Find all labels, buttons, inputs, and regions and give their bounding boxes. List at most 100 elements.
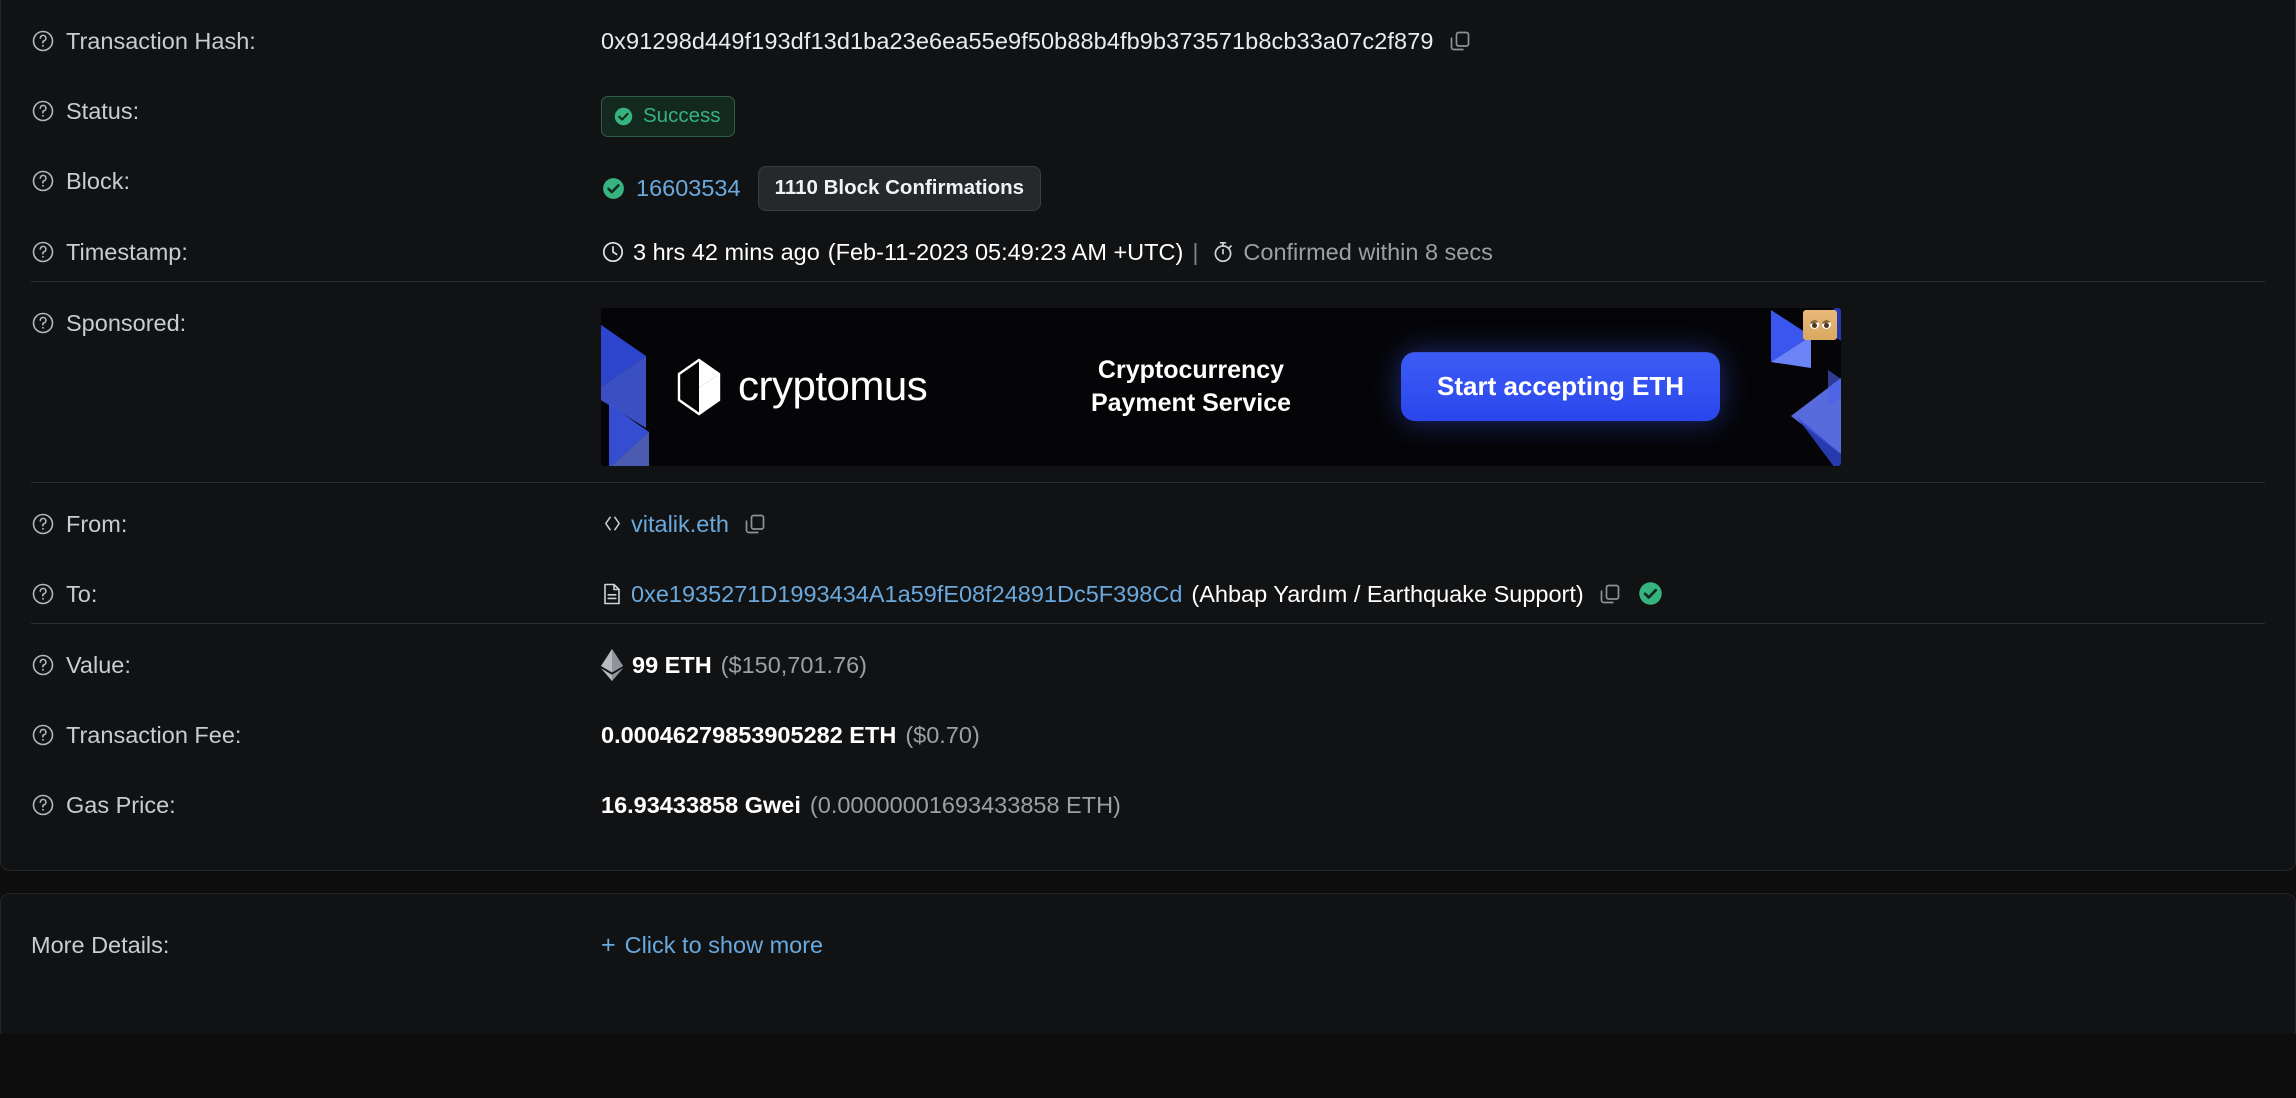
label-gas-price: Gas Price: xyxy=(31,764,601,821)
value-timestamp: 3 hrs 42 mins ago (Feb-11-2023 05:49:23 … xyxy=(601,211,2265,268)
help-circle-icon[interactable] xyxy=(31,240,55,264)
eyes-badge-icon xyxy=(1803,309,1837,340)
value-transaction-hash: 0x91298d449f193df13d1ba23e6ea55e9f50b88b… xyxy=(601,0,2265,57)
card-gap xyxy=(0,870,2296,893)
transaction-details-card: Transaction Hash: 0x91298d449f193df13d1b… xyxy=(0,0,2296,871)
row-transaction-fee: Transaction Fee: 0.00046279853905282 ETH… xyxy=(1,694,2295,764)
stopwatch-icon xyxy=(1211,240,1235,264)
transaction-hash-text: 0x91298d449f193df13d1ba23e6ea55e9f50b88b… xyxy=(601,28,1434,54)
banner-tagline: Cryptocurrency Payment Service xyxy=(1066,354,1316,420)
label-transaction-hash: Transaction Hash: xyxy=(31,0,601,57)
copy-icon[interactable] xyxy=(1597,581,1623,607)
gas-price-gwei: 16.93433858 Gwei xyxy=(601,791,801,818)
to-name-tag: (Ahbap Yardım / Earthquake Support) xyxy=(1191,580,1584,607)
help-circle-icon[interactable] xyxy=(31,582,55,606)
timestamp-separator: | xyxy=(1192,238,1199,265)
value-fiat-amount: ($150,701.76) xyxy=(720,651,868,678)
banner-tagline-line2: Payment Service xyxy=(1090,388,1292,417)
cube-logo-icon xyxy=(676,358,722,416)
label-text: Transaction Fee: xyxy=(66,721,242,748)
row-more-details: More Details: + Click to show more xyxy=(1,898,2295,994)
value-transaction-fee: 0.00046279853905282 ETH ($0.70) xyxy=(601,694,2265,751)
label-text: Timestamp: xyxy=(66,238,188,265)
label-text: More Details: xyxy=(31,932,170,959)
value-block: 16603534 1110 Block Confirmations xyxy=(601,140,2265,211)
block-confirmations-badge: 1110 Block Confirmations xyxy=(757,166,1042,211)
value-status: Success xyxy=(601,70,2265,137)
label-to: To: xyxy=(31,553,601,610)
fee-eth-amount: 0.00046279853905282 ETH xyxy=(601,721,897,748)
more-details-card: More Details: + Click to show more xyxy=(0,892,2296,1034)
row-status: Status: Success xyxy=(1,70,2295,140)
copy-icon[interactable] xyxy=(1447,28,1473,54)
label-block: Block: xyxy=(31,140,601,197)
check-circle-icon xyxy=(601,176,626,201)
timestamp-absolute: (Feb-11-2023 05:49:23 AM +UTC) xyxy=(827,238,1184,265)
ethereum-diamond-icon xyxy=(601,648,623,681)
label-more-details: More Details: xyxy=(31,930,601,961)
row-timestamp: Timestamp: 3 hrs 42 mins ago (Feb-11-202… xyxy=(1,211,2295,281)
label-from: From: xyxy=(31,483,601,540)
cryptomus-wordmark: cryptomus xyxy=(738,362,928,410)
file-contract-icon xyxy=(601,582,623,606)
fee-fiat-amount: ($0.70) xyxy=(905,721,980,748)
help-circle-icon[interactable] xyxy=(31,29,55,53)
help-circle-icon[interactable] xyxy=(31,793,55,817)
status-badge: Success xyxy=(601,96,736,137)
eye-left xyxy=(1809,320,1819,330)
row-value-amount: Value: 99 ETH ($150,701.76) xyxy=(1,624,2295,694)
label-text: Gas Price: xyxy=(66,791,176,818)
to-address-link[interactable]: 0xe1935271D1993434A1a59fE08f24891Dc5F398… xyxy=(631,579,1182,610)
help-circle-icon[interactable] xyxy=(31,512,55,536)
code-brackets-icon xyxy=(601,512,624,535)
value-eth-amount: 99 ETH xyxy=(632,651,712,678)
label-sponsored: Sponsored: xyxy=(31,282,601,339)
help-circle-icon[interactable] xyxy=(31,653,55,677)
label-value: Value: xyxy=(31,624,601,681)
sponsored-banner[interactable]: cryptomus Cryptocurrency Payment Service… xyxy=(601,307,1841,466)
label-text: Block: xyxy=(66,168,130,194)
value-more-details: + Click to show more xyxy=(601,930,2265,961)
label-text: Status: xyxy=(66,98,140,124)
value-gas-price: 16.93433858 Gwei (0.00000001693433858 ET… xyxy=(601,764,2265,821)
label-transaction-fee: Transaction Fee: xyxy=(31,694,601,751)
label-text: To: xyxy=(66,580,98,607)
label-timestamp: Timestamp: xyxy=(31,211,601,268)
help-circle-icon[interactable] xyxy=(31,723,55,747)
eye-right xyxy=(1821,320,1831,330)
gas-price-eth: (0.00000001693433858 ETH) xyxy=(809,791,1121,818)
from-address-link[interactable]: vitalik.eth xyxy=(631,509,729,540)
banner-tagline-line1: Cryptocurrency xyxy=(1097,355,1285,384)
label-status: Status: xyxy=(31,70,601,127)
copy-icon[interactable] xyxy=(742,511,768,537)
block-number-link[interactable]: 16603534 xyxy=(636,173,741,204)
row-block: Block: 16603534 1110 Block Confirmations xyxy=(1,140,2295,211)
help-circle-icon[interactable] xyxy=(31,99,55,123)
label-text: Transaction Hash: xyxy=(66,28,256,54)
value-sponsored: cryptomus Cryptocurrency Payment Service… xyxy=(601,282,2265,466)
row-from: From: vitalik.eth xyxy=(1,483,2295,553)
confirmed-within-text: Confirmed within 8 secs xyxy=(1243,238,1493,265)
help-circle-icon[interactable] xyxy=(31,311,55,335)
value-to: 0xe1935271D1993434A1a59fE08f24891Dc5F398… xyxy=(601,553,2265,610)
banner-cta-button[interactable]: Start accepting ETH xyxy=(1401,351,1721,422)
row-sponsored: Sponsored: cryptomus Cryptocurrency Paym… xyxy=(1,282,2295,482)
show-more-toggle[interactable]: + Click to show more xyxy=(601,930,823,961)
clock-icon xyxy=(601,240,625,264)
row-transaction-hash: Transaction Hash: 0x91298d449f193df13d1b… xyxy=(1,0,2295,70)
value-from: vitalik.eth xyxy=(601,483,2265,540)
plus-icon: + xyxy=(601,931,616,960)
check-circle-icon xyxy=(613,106,634,127)
show-more-text: Click to show more xyxy=(624,932,824,959)
cryptomus-logo: cryptomus xyxy=(676,358,928,416)
status-badge-text: Success xyxy=(643,104,721,127)
timestamp-relative: 3 hrs 42 mins ago xyxy=(633,238,820,265)
value-amount: 99 ETH ($150,701.76) xyxy=(601,624,2265,681)
label-text: From: xyxy=(66,510,128,537)
help-circle-icon[interactable] xyxy=(31,169,55,193)
check-circle-icon[interactable] xyxy=(1637,580,1664,607)
label-text: Value: xyxy=(66,651,131,678)
row-gas-price: Gas Price: 16.93433858 Gwei (0.000000016… xyxy=(1,764,2295,834)
label-text: Sponsored: xyxy=(66,309,187,336)
row-to: To: 0xe1935271D1993434A1a59fE08f24891Dc5… xyxy=(1,553,2295,623)
